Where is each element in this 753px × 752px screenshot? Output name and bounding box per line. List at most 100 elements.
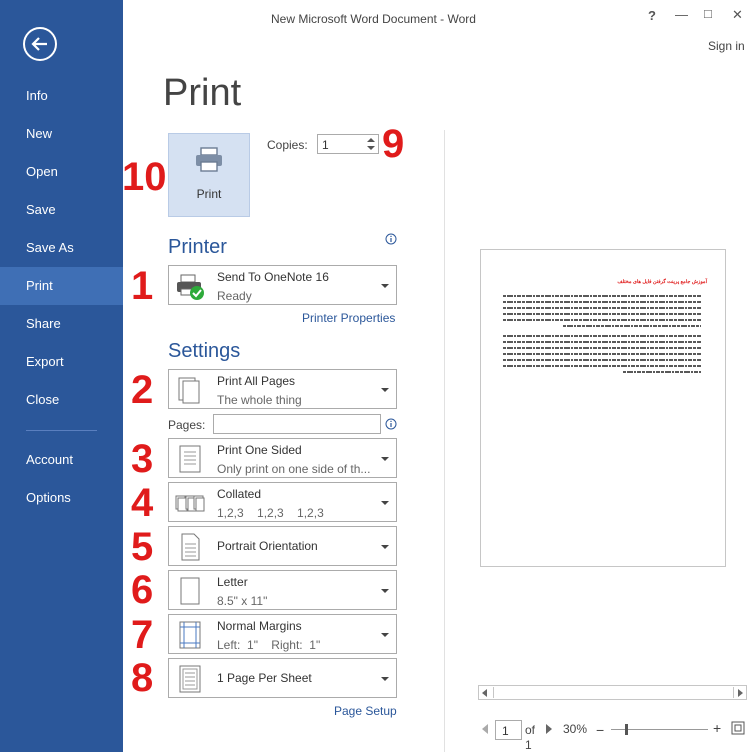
annotation-2: 2 (131, 368, 154, 412)
pages-stack-icon (178, 377, 200, 404)
nav-divider (26, 430, 97, 431)
nav-save[interactable]: Save (0, 191, 123, 229)
printer-name: Send To OneNote 16 (217, 270, 329, 284)
printer-status: Ready (217, 289, 252, 303)
nav-save-as[interactable]: Save As (0, 229, 123, 267)
help-button[interactable]: ? (648, 8, 656, 23)
page-number-input[interactable]: 1 (495, 720, 522, 740)
next-page-icon[interactable] (545, 724, 553, 734)
annotation-9: 9 (382, 122, 405, 166)
printer-ready-icon (177, 274, 204, 300)
annotation-10: 10 (122, 155, 167, 199)
zoom-level: 30% (563, 722, 588, 736)
printer-icon (196, 147, 222, 172)
portrait-page-icon (181, 533, 200, 561)
nav-info[interactable]: Info (0, 77, 123, 115)
zoom-out-button[interactable]: − (596, 722, 604, 738)
pages-per-sheet-dropdown[interactable]: 1 Page Per Sheet (168, 658, 397, 698)
paper-size-title: Letter (217, 575, 248, 589)
preview-text-lines (503, 295, 701, 373)
printer-dropdown[interactable]: Send To OneNote 16 Ready (168, 265, 397, 305)
printer-heading: Printer (168, 236, 227, 258)
back-arrow-icon (31, 37, 47, 51)
margins-title: Normal Margins (217, 619, 302, 633)
sides-desc: Only print on one side of th... (217, 462, 371, 476)
info-icon[interactable] (385, 233, 397, 245)
chevron-down-icon (381, 501, 389, 505)
paper-size-dropdown[interactable]: Letter 8.5" x 11" (168, 570, 397, 610)
print-range-desc: The whole thing (217, 393, 302, 407)
copies-label: Copies: (267, 138, 308, 152)
copies-stepper[interactable]: 1 (317, 134, 379, 154)
nav-options[interactable]: Options (0, 479, 123, 517)
nav-share[interactable]: Share (0, 305, 123, 343)
chevron-down-icon (381, 457, 389, 461)
annotation-7: 7 (131, 613, 154, 657)
annotation-4: 4 (131, 481, 154, 525)
minimize-button[interactable]: — (675, 7, 688, 22)
orientation-title: Portrait Orientation (217, 539, 318, 553)
nav-close[interactable]: Close (0, 381, 123, 419)
nav-open[interactable]: Open (0, 153, 123, 191)
scroll-left-icon[interactable] (481, 689, 489, 697)
zoom-in-button[interactable]: + (713, 720, 721, 736)
pages-label: Pages: (168, 418, 206, 432)
chevron-down-icon (381, 284, 389, 288)
margins-icon (179, 621, 201, 649)
page-title: Print (163, 72, 242, 114)
nav-export[interactable]: Export (0, 343, 123, 381)
previous-page-icon[interactable] (481, 724, 489, 734)
collated-pages-icon (175, 495, 205, 512)
close-button[interactable]: ✕ (732, 7, 743, 23)
copies-spin-icon[interactable] (366, 136, 376, 152)
chevron-down-icon (381, 677, 389, 681)
collation-dropdown[interactable]: Collated 1,2,3 1,2,3 1,2,3 (168, 482, 397, 522)
scroll-track[interactable] (493, 687, 734, 698)
print-button-label: Print (196, 187, 222, 201)
annotation-6: 6 (131, 568, 154, 612)
sides-dropdown[interactable]: Print One Sided Only print on one side o… (168, 438, 397, 478)
annotation-1: 1 (131, 264, 154, 308)
info-icon[interactable] (385, 418, 397, 430)
pane-divider (444, 130, 445, 752)
nav-print[interactable]: Print (0, 267, 123, 305)
page-number-value: 1 (502, 724, 509, 738)
scroll-right-icon[interactable] (736, 689, 744, 697)
chevron-down-icon (381, 589, 389, 593)
orientation-dropdown[interactable]: Portrait Orientation (168, 526, 397, 566)
collation-title: Collated (217, 487, 262, 501)
annotation-8: 8 (131, 656, 154, 700)
pages-per-sheet-title: 1 Page Per Sheet (217, 671, 312, 685)
nav-new[interactable]: New (0, 115, 123, 153)
margins-desc: Left: 1" Right: 1" (217, 638, 321, 652)
copies-value: 1 (322, 138, 329, 152)
back-button[interactable] (23, 27, 57, 61)
pages-input[interactable] (213, 414, 381, 434)
print-range-title: Print All Pages (217, 374, 296, 388)
print-range-dropdown[interactable]: Print All Pages The whole thing (168, 369, 397, 409)
printer-properties-link[interactable]: Printer Properties (302, 311, 395, 325)
page-setup-link[interactable]: Page Setup (334, 704, 397, 718)
chevron-down-icon (381, 633, 389, 637)
zoom-slider[interactable] (611, 724, 708, 735)
preview-scrollbar[interactable] (478, 685, 747, 700)
sign-in-link[interactable]: Sign in (708, 39, 745, 53)
nav-account[interactable]: Account (0, 441, 123, 479)
sides-title: Print One Sided (217, 443, 302, 457)
one-sided-page-icon (179, 445, 201, 473)
zoom-slider-thumb[interactable] (624, 724, 628, 735)
annotation-5: 5 (131, 525, 154, 569)
annotation-3: 3 (131, 437, 154, 481)
chevron-down-icon (381, 545, 389, 549)
zoom-to-page-icon[interactable] (731, 721, 745, 735)
maximize-button[interactable]: □ (704, 6, 712, 21)
print-preview-page: آموزش جامع پرینت گرفتن فایل های مختلف (480, 249, 726, 567)
total-pages: 1 (525, 738, 532, 752)
paper-size-desc: 8.5" x 11" (217, 594, 268, 608)
window-title: New Microsoft Word Document - Word (271, 12, 476, 26)
margins-dropdown[interactable]: Normal Margins Left: 1" Right: 1" (168, 614, 397, 654)
page-of-label: of (525, 723, 536, 737)
chevron-down-icon (381, 388, 389, 392)
preview-heading: آموزش جامع پرینت گرفتن فایل های مختلف (617, 279, 707, 285)
print-button[interactable]: Print (168, 133, 250, 217)
